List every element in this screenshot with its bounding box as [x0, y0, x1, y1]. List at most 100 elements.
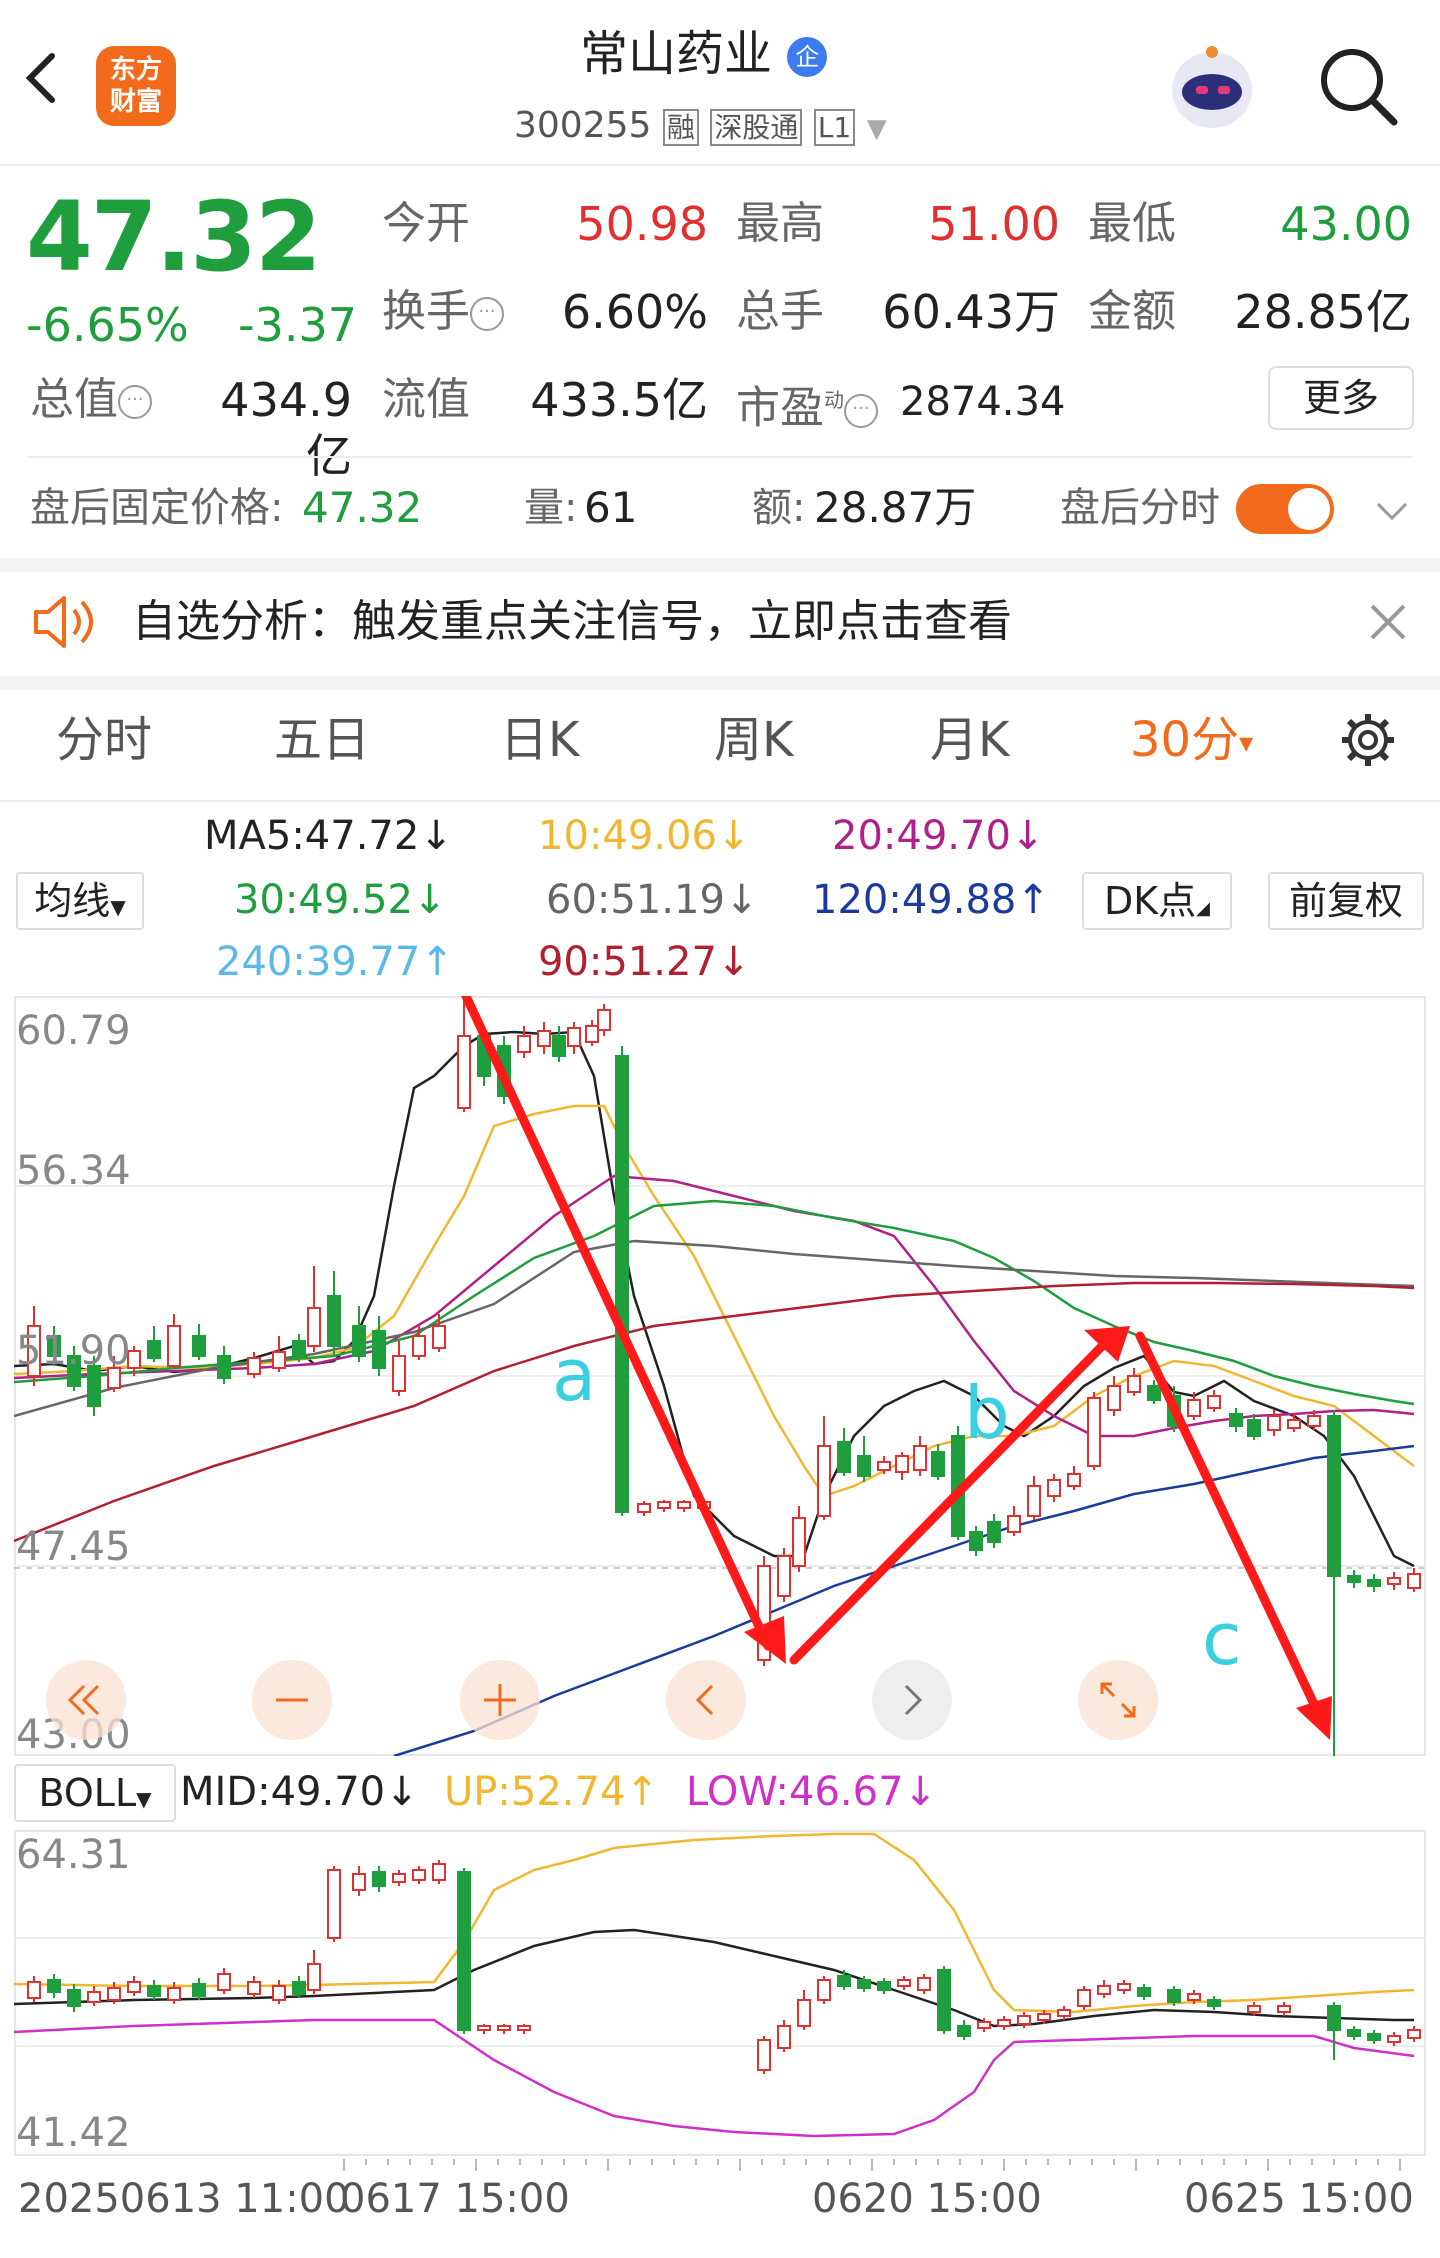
boll-candle-18 — [412, 1869, 426, 1881]
ma-selector-label: 均线 — [34, 879, 111, 923]
boll-selector-label: BOLL — [38, 1771, 137, 1815]
info-dots-icon[interactable]: ··· — [844, 393, 878, 428]
boll-candle-49 — [1327, 2005, 1341, 2031]
stat-value-float: 433.5亿 — [530, 373, 708, 427]
y-label-max: 60.79 — [16, 1008, 131, 1054]
zoom-in-icon[interactable] — [460, 1660, 540, 1740]
chevron-right-icon[interactable] — [872, 1660, 952, 1740]
brand-logo[interactable]: 东方财富 — [96, 46, 176, 126]
boll-candle-24 — [757, 2039, 771, 2071]
tab-zhouk[interactable]: 周K — [714, 708, 793, 772]
stock-name: 常山药业 企 — [580, 24, 828, 84]
candle-67 — [1407, 1573, 1421, 1589]
boll-chart[interactable]: 64.31 41.42 — [13, 1830, 1426, 2156]
candle-19 — [432, 1325, 446, 1349]
chevron-down-icon[interactable] — [1372, 492, 1412, 532]
candle-58 — [1229, 1413, 1243, 1427]
candle-52 — [1107, 1385, 1121, 1411]
stat-value-low: 43.00 — [1280, 197, 1412, 251]
tab-rik[interactable]: 日K — [500, 708, 579, 772]
fuquan-button[interactable]: 前复权 — [1268, 872, 1424, 930]
notice-text[interactable]: 自选分析：触发重点关注信号，立即点击查看 — [132, 590, 1012, 654]
stock-name-text: 常山药业 — [580, 26, 773, 82]
candle-64 — [1347, 1575, 1361, 1583]
boll-candle-36 — [997, 2019, 1011, 2027]
tab-yuek[interactable]: 月K — [930, 708, 1009, 772]
boll-candle-17 — [392, 1873, 406, 1883]
tab-30min[interactable]: 30分▾ — [1130, 708, 1253, 775]
dropdown-caret-icon[interactable]: ▼ — [867, 114, 887, 144]
boll-candle-38 — [1037, 2013, 1051, 2021]
candle-17 — [392, 1355, 406, 1392]
zoom-out-icon[interactable] — [252, 1660, 332, 1740]
candle-65 — [1367, 1579, 1381, 1587]
candle-32 — [677, 1501, 691, 1509]
rewind-icon[interactable] — [46, 1660, 126, 1740]
boll-candle-3 — [87, 1991, 101, 2003]
expand-icon[interactable] — [1078, 1660, 1158, 1740]
close-icon[interactable] — [1364, 598, 1412, 646]
boll-candle-15 — [352, 1873, 366, 1891]
ma-item-60: 60:51.19↓ — [546, 877, 759, 923]
boll-candle-2 — [67, 1989, 81, 2007]
candle-12 — [292, 1340, 306, 1359]
candle-47 — [1007, 1515, 1021, 1533]
after-hours-toggle[interactable] — [1236, 484, 1334, 534]
dropdown-caret-icon: ▼ — [136, 1787, 152, 1811]
candle-39 — [857, 1455, 871, 1477]
candle-43 — [931, 1451, 945, 1477]
boll-candle-6 — [147, 1985, 161, 1997]
candle-6 — [147, 1340, 161, 1359]
x-axis-ticks — [14, 2156, 1426, 2171]
ma-selector[interactable]: 均线▼ — [16, 872, 144, 930]
y-label-2: 56.34 — [16, 1148, 131, 1194]
tab-wuri[interactable]: 五日 — [274, 708, 370, 772]
enterprise-badge: 企 — [787, 37, 828, 77]
candle-31 — [657, 1501, 671, 1509]
last-price: 47.32 — [26, 181, 322, 293]
candle-30 — [637, 1503, 651, 1513]
tab-30min-label: 30分 — [1130, 712, 1240, 768]
corner-triangle-icon: ◢ — [1196, 898, 1211, 919]
after-hours-price-label: 盘后固定价格: — [30, 485, 284, 531]
stat-label-amount: 金额 — [1088, 286, 1176, 337]
boll-candle-11 — [272, 1985, 286, 2001]
change-value: -3.37 — [238, 298, 358, 352]
info-dots-icon[interactable]: ··· — [118, 385, 152, 419]
tab-fenshi[interactable]: 分时 — [56, 708, 152, 772]
candle-53 — [1127, 1375, 1141, 1393]
search-icon[interactable] — [1316, 44, 1400, 128]
gear-icon[interactable] — [1338, 710, 1398, 770]
stat-value-mktcap: 434.9亿 — [220, 373, 352, 483]
candle-54 — [1147, 1385, 1161, 1401]
stat-label-turnover: 换手 ··· — [382, 284, 504, 340]
x-label-0617: 0617 15:00 — [340, 2176, 570, 2222]
after-hours-amt-label: 额: — [752, 485, 806, 531]
candle-23 — [517, 1035, 531, 1053]
ma-item-ma5: MA5:47.72↓ — [204, 813, 453, 859]
boll-candle-51 — [1367, 2033, 1381, 2041]
stock-code: 300255 — [514, 105, 652, 146]
candle-10 — [247, 1357, 261, 1375]
boll-y-max: 64.31 — [16, 1832, 131, 1878]
more-button[interactable]: 更多 — [1268, 366, 1414, 430]
candle-49 — [1047, 1479, 1061, 1497]
info-dots-icon[interactable]: ··· — [470, 297, 504, 331]
boll-selector[interactable]: BOLL▼ — [14, 1764, 176, 1822]
boll-mid: MID:49.70↓ — [180, 1769, 419, 1815]
candle-37 — [817, 1445, 831, 1517]
after-hours-toggle-label: 盘后分时 — [1060, 485, 1220, 531]
main-kline-chart[interactable]: a b c 60.79 56.34 51.90 47.45 43.00 — [14, 996, 1426, 1756]
chevron-left-icon[interactable] — [666, 1660, 746, 1740]
dk-label: DK点 — [1103, 879, 1197, 923]
ma-item-10: 10:49.06↓ — [538, 813, 751, 859]
robot-assistant-icon[interactable] — [1164, 40, 1260, 136]
boll-candle-35 — [977, 2021, 991, 2029]
stat-value-high: 51.00 — [928, 197, 1060, 251]
candle-27 — [585, 1025, 599, 1043]
ma-item-120: 120:49.88↑ — [812, 877, 1050, 923]
tab-dropdown-icon: ▾ — [1239, 726, 1254, 759]
dk-point-button[interactable]: DK点◢ — [1082, 872, 1232, 930]
back-arrow-icon[interactable] — [22, 48, 62, 108]
boll-candle-10 — [247, 1981, 261, 1995]
